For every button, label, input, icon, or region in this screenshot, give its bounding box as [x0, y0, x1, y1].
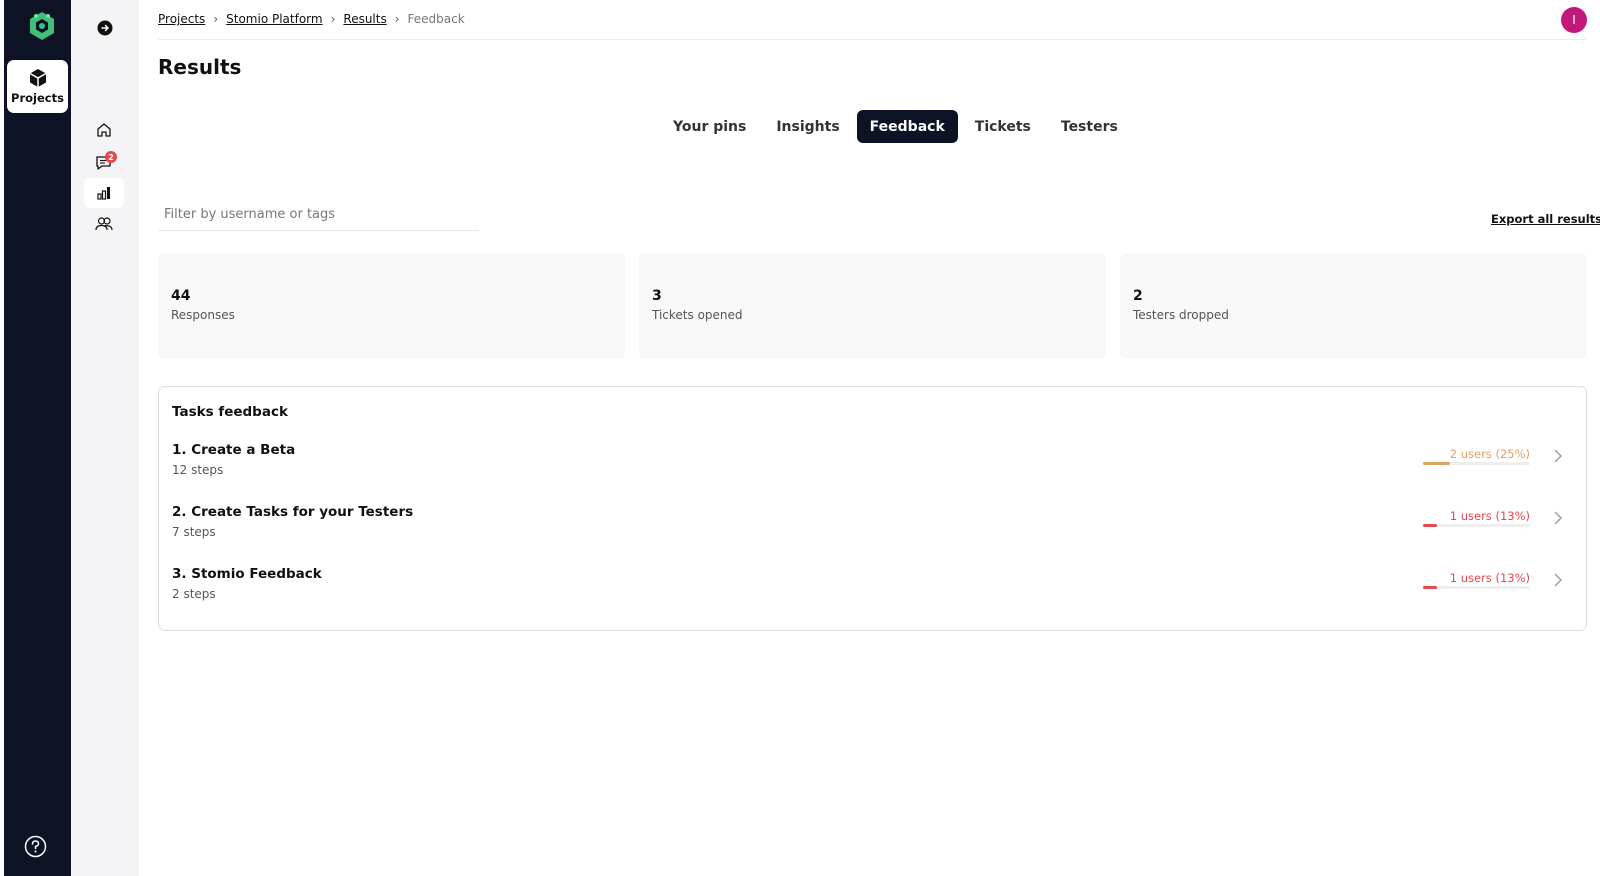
- stat-label: Tickets opened: [652, 308, 743, 322]
- task-row[interactable]: 1. Create a Beta 12 steps 2 users (25%): [172, 442, 1572, 486]
- task-steps: 7 steps: [172, 525, 216, 539]
- task-progress-bar: [1423, 586, 1530, 589]
- task-progress-fill: [1423, 524, 1437, 527]
- tasks-feedback-panel: Tasks feedback 1. Create a Beta 12 steps…: [158, 386, 1587, 631]
- export-all-results-link[interactable]: Export all results: [1491, 212, 1600, 226]
- breadcrumb: Projects › Stomio Platform › Results › F…: [158, 12, 465, 26]
- stat-card-tickets-opened: 3 Tickets opened: [639, 253, 1106, 359]
- task-row[interactable]: 2. Create Tasks for your Testers 7 steps…: [172, 504, 1572, 548]
- top-bar: Projects › Stomio Platform › Results › F…: [158, 0, 1587, 40]
- task-progress-bar: [1423, 524, 1530, 527]
- task-users: 1 users (13%): [1449, 571, 1530, 585]
- projects-label: Projects: [11, 91, 64, 105]
- chevron-right-icon: ›: [330, 12, 336, 26]
- page-title: Results: [158, 55, 242, 79]
- breadcrumb-projects[interactable]: Projects: [158, 12, 205, 26]
- task-progress-fill: [1423, 586, 1437, 589]
- stat-value: 3: [652, 288, 662, 304]
- chevron-right-icon: ›: [394, 12, 400, 26]
- secondary-nav: 2: [71, 0, 139, 876]
- messages-badge: 2: [105, 151, 117, 163]
- subnav-item-messages[interactable]: 2: [84, 146, 124, 176]
- tab-testers[interactable]: Testers: [1048, 110, 1131, 143]
- breadcrumb-results[interactable]: Results: [343, 12, 386, 26]
- main-content: Projects › Stomio Platform › Results › F…: [158, 0, 1600, 876]
- task-steps: 2 steps: [172, 587, 216, 601]
- chevron-right-icon[interactable]: [1551, 447, 1565, 465]
- task-steps: 12 steps: [172, 463, 224, 477]
- task-row[interactable]: 3. Stomio Feedback 2 steps 1 users (13%): [172, 566, 1572, 610]
- stat-label: Responses: [171, 308, 235, 322]
- help-icon[interactable]: [24, 835, 47, 858]
- subnav-item-results[interactable]: [84, 178, 124, 208]
- app-frame: Projects 2 Projects › Stomio Platform › …: [0, 0, 1600, 876]
- chevron-right-icon[interactable]: [1551, 571, 1565, 589]
- user-avatar[interactable]: I: [1561, 7, 1587, 33]
- stomio-logo-icon[interactable]: [27, 10, 57, 42]
- task-name: 1. Create a Beta: [172, 442, 296, 458]
- filter-input[interactable]: [158, 200, 478, 228]
- users-icon: [95, 217, 113, 231]
- result-tabs: Your pins Insights Feedback Tickets Test…: [660, 110, 1135, 143]
- chevron-right-icon: ›: [213, 12, 219, 26]
- tab-tickets[interactable]: Tickets: [962, 110, 1044, 143]
- subnav-item-testers[interactable]: [84, 209, 124, 239]
- expand-arrow-icon[interactable]: [97, 20, 113, 36]
- projects-button[interactable]: Projects: [7, 60, 68, 113]
- tab-feedback[interactable]: Feedback: [856, 110, 958, 143]
- chevron-right-icon[interactable]: [1551, 509, 1565, 527]
- primary-rail: Projects: [4, 0, 71, 876]
- tab-your-pins[interactable]: Your pins: [660, 110, 759, 143]
- task-name: 2. Create Tasks for your Testers: [172, 504, 414, 520]
- filter-field: [158, 200, 478, 231]
- breadcrumb-current: Feedback: [407, 12, 465, 26]
- subnav-item-home[interactable]: [84, 115, 124, 145]
- task-users: 2 users (25%): [1449, 447, 1530, 461]
- stat-card-testers-dropped: 2 Testers dropped: [1120, 253, 1587, 359]
- cube-icon: [29, 69, 46, 87]
- task-progress-fill: [1423, 462, 1450, 465]
- task-name: 3. Stomio Feedback: [172, 566, 322, 582]
- home-icon: [97, 123, 111, 137]
- tasks-feedback-title: Tasks feedback: [172, 404, 288, 420]
- task-progress-bar: [1423, 462, 1530, 465]
- stat-value: 2: [1133, 288, 1143, 304]
- stat-card-responses: 44 Responses: [158, 253, 625, 359]
- stat-label: Testers dropped: [1133, 308, 1229, 322]
- bar-chart-icon: [97, 187, 110, 200]
- breadcrumb-stomio-platform[interactable]: Stomio Platform: [226, 12, 322, 26]
- task-users: 1 users (13%): [1449, 509, 1530, 523]
- stat-value: 44: [171, 288, 191, 304]
- tab-insights[interactable]: Insights: [763, 110, 852, 143]
